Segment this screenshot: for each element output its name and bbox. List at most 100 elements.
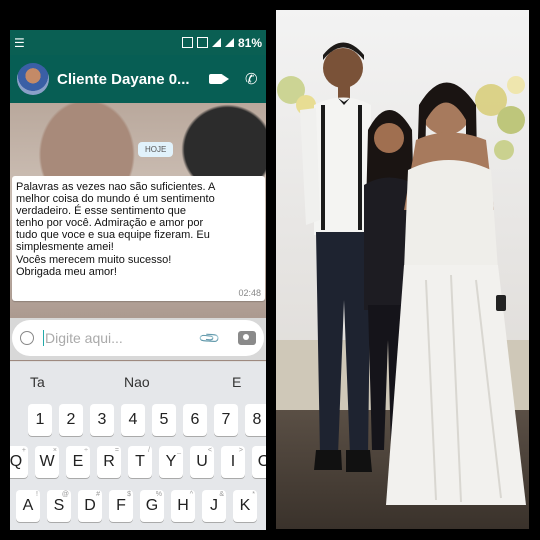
key-6[interactable]: 6 xyxy=(183,404,207,436)
compose-bar: Digite aqui... 📎 xyxy=(10,318,266,360)
key-k[interactable]: K * xyxy=(233,490,257,522)
message-line: Palavras as vezes nao são suficientes. A xyxy=(16,181,216,193)
key-alt-symbol: + xyxy=(21,447,26,454)
status-icons: 81% xyxy=(181,35,262,50)
key-5[interactable]: 5 xyxy=(152,404,176,436)
key-label: I xyxy=(230,453,236,470)
text-cursor xyxy=(43,330,44,346)
hamburger-icon: ☰ xyxy=(14,35,25,50)
key-label: T xyxy=(135,453,145,470)
key-label: G xyxy=(145,497,159,514)
key-alt-symbol: / xyxy=(148,447,150,454)
key-alt-symbol: ^ xyxy=(189,491,193,498)
key-alt-symbol: @ xyxy=(61,491,69,498)
key-label: 6 xyxy=(190,411,200,428)
message-line: tenho por você. Admiração e amor por xyxy=(16,217,204,230)
key-alt-symbol: ÷ xyxy=(84,447,88,454)
key-8[interactable]: 8 xyxy=(245,404,266,436)
key-r[interactable]: R = xyxy=(97,446,121,478)
key-1[interactable]: 1 xyxy=(28,404,52,436)
key-w[interactable]: W × xyxy=(35,446,59,478)
phone-call-icon[interactable]: ✆ xyxy=(245,70,258,88)
key-alt-symbol: # xyxy=(96,491,100,498)
message-time: 02:48 xyxy=(238,288,261,298)
suggestion-item[interactable]: Ta xyxy=(30,374,45,390)
key-label: 3 xyxy=(97,411,107,428)
key-label: Y xyxy=(165,453,177,470)
key-label: W xyxy=(39,453,55,470)
key-alt-symbol: < xyxy=(207,447,212,454)
key-a[interactable]: A! xyxy=(16,490,40,522)
message-input[interactable]: Digite aqui... 📎 xyxy=(12,320,264,356)
date-label: HOJE xyxy=(138,142,174,157)
key-alt-symbol: = xyxy=(114,447,119,454)
key-2[interactable]: 2 xyxy=(59,404,83,436)
message-line: Obrigada meu amor! xyxy=(16,265,117,278)
message-line: Vocês merecem muito sucesso! xyxy=(16,253,172,266)
key-f[interactable]: F $ xyxy=(109,490,133,522)
key-alt-symbol: $ xyxy=(127,491,131,498)
message-line: verdadeiro. É esse sentimento que xyxy=(16,205,186,218)
battery-percent: 81% xyxy=(237,35,262,50)
video-call-icon[interactable] xyxy=(209,74,229,84)
photo-illustration xyxy=(276,10,529,529)
key-label: E xyxy=(72,453,84,470)
key-label: 7 xyxy=(221,411,231,428)
key-e[interactable]: E ÷ xyxy=(66,446,90,478)
key-alt-symbol: ! xyxy=(36,491,38,498)
keyboard: Ta Nao E 123456789Q+W×E÷R=T/Y_U<I>O[A!S@… xyxy=(10,362,266,530)
key-label: J xyxy=(210,497,218,514)
key-i[interactable]: I > xyxy=(221,446,245,478)
mobile-data-icon xyxy=(196,37,208,48)
key-label: S xyxy=(53,497,65,514)
signal-icon-2 xyxy=(224,38,234,47)
key-g[interactable]: G% xyxy=(140,490,164,522)
message-bubble[interactable]: Palavras as vezes nao são suficientes. A… xyxy=(12,176,265,301)
key-label: 1 xyxy=(35,411,45,428)
message-line: tudo que voce e sua equipe fizeram. Eu xyxy=(16,229,210,242)
suggestion-item[interactable]: E xyxy=(232,374,241,390)
key-u[interactable]: U < xyxy=(190,446,214,478)
key-h[interactable]: H ^ xyxy=(171,490,195,522)
contact-name[interactable]: Cliente Dayane 0... xyxy=(57,71,195,88)
key-label: U xyxy=(196,453,208,470)
key-label: F xyxy=(116,497,126,514)
message-line: simplesmente amei! xyxy=(16,241,114,254)
key-label: 2 xyxy=(66,411,76,428)
key-d[interactable]: D # xyxy=(78,490,102,522)
signal-icon xyxy=(211,38,221,47)
key-label: H xyxy=(177,497,189,514)
camera-icon[interactable] xyxy=(238,331,256,345)
attach-icon[interactable]: 📎 xyxy=(197,326,221,350)
key-label: 8 xyxy=(252,411,262,428)
key-alt-symbol: _ xyxy=(177,447,181,454)
whatsapp-screenshot: ☰ 81% Cliente Dayane 0... ✆ HOJE Palavra… xyxy=(10,30,266,530)
key-label: Q xyxy=(10,453,23,470)
key-7[interactable]: 7 xyxy=(214,404,238,436)
sim-icon xyxy=(181,37,193,48)
key-o[interactable]: O[ xyxy=(252,446,266,478)
key-alt-symbol: % xyxy=(155,491,162,498)
key-label: O xyxy=(257,453,266,470)
suggestion-item[interactable]: Nao xyxy=(124,374,150,390)
message-text: Palavras as vezes nao são suficientes. A… xyxy=(12,176,265,278)
key-t[interactable]: T / xyxy=(128,446,152,478)
key-label: A xyxy=(22,497,34,514)
emoji-icon[interactable] xyxy=(20,331,34,345)
key-4[interactable]: 4 xyxy=(121,404,145,436)
key-alt-symbol: × xyxy=(52,447,57,454)
avatar[interactable] xyxy=(17,63,49,95)
key-j[interactable]: J & xyxy=(202,490,226,522)
key-3[interactable]: 3 xyxy=(90,404,114,436)
key-alt-symbol: & xyxy=(219,491,224,498)
key-q[interactable]: Q + xyxy=(10,446,28,478)
key-label: R xyxy=(103,453,115,470)
key-alt-symbol: * xyxy=(252,491,255,498)
key-label: 5 xyxy=(159,411,169,428)
key-alt-symbol: > xyxy=(238,447,243,454)
key-y[interactable]: Y _ xyxy=(159,446,183,478)
input-placeholder: Digite aqui... xyxy=(45,330,123,346)
key-s[interactable]: S @ xyxy=(47,490,71,522)
message-line: melhor coisa do mundo é um sentimento xyxy=(16,193,215,206)
chat-header: Cliente Dayane 0... ✆ xyxy=(10,55,266,103)
